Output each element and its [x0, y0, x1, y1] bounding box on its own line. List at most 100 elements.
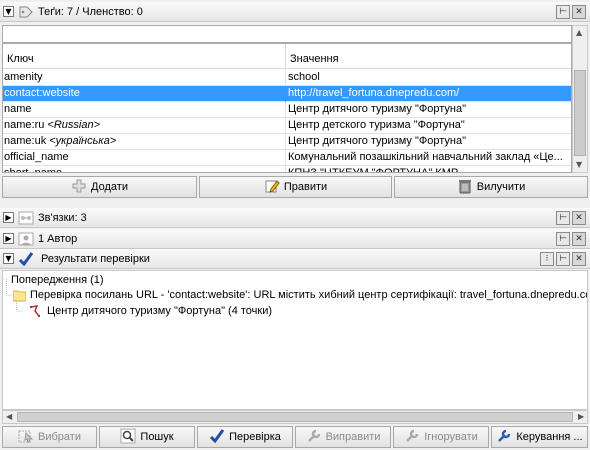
wrench-icon: [404, 428, 420, 444]
table-row[interactable]: contact:website http://travel_fortuna.dne…: [3, 86, 571, 102]
plus-icon: [71, 178, 87, 194]
close-icon[interactable]: ✕: [572, 252, 586, 266]
settings-icon[interactable]: ⁝: [540, 252, 554, 266]
manage-ignored-button[interactable]: Керування ...: [491, 426, 588, 448]
tag-key-cell[interactable]: amenity: [3, 70, 286, 86]
validate-button[interactable]: Перевірка: [197, 426, 293, 448]
key-column-header[interactable]: Ключ: [3, 44, 286, 69]
edit-tag-button[interactable]: Правити: [199, 176, 392, 198]
close-icon[interactable]: ✕: [572, 211, 586, 225]
tag-value-cell[interactable]: Центр дитячого туризму "Фортуна": [287, 134, 571, 150]
fix-button[interactable]: Виправити: [295, 426, 391, 448]
close-icon[interactable]: ✕: [572, 232, 586, 246]
relation-icon: [18, 210, 34, 226]
check-icon: [18, 251, 34, 267]
warning-text: Перевірка посилань URL - 'contact:websit…: [30, 288, 588, 301]
tag-key: amenity: [4, 71, 43, 83]
tag-key: short_name: [4, 167, 63, 173]
tag-key: name: [4, 103, 32, 115]
pin-icon[interactable]: ⊢: [556, 5, 570, 19]
value-column-header[interactable]: Значення: [287, 44, 571, 69]
tag-value-cell[interactable]: Комунальний позашкільний навчальний закл…: [287, 150, 571, 166]
tag-value-cell[interactable]: КПНЗ "ЦТКЕУМ "ФОРТУНА" КМР: [287, 166, 571, 172]
validation-panel-title: Результати перевірки: [41, 253, 150, 265]
check-icon: [209, 428, 225, 444]
select-label: Вибрати: [38, 431, 81, 443]
validation-panel-header[interactable]: ▼ Результати перевірки ⁝ ⊢ ✕: [0, 249, 590, 269]
tag-key: name:ru: [4, 119, 48, 131]
edit-tag-label: Правити: [283, 181, 328, 193]
add-tag-button[interactable]: Додати: [2, 176, 197, 198]
close-icon[interactable]: ✕: [572, 5, 586, 19]
tag-value-cell[interactable]: Центр детского туризма "Фортуна": [287, 118, 571, 134]
tag-key: contact:website: [4, 87, 80, 99]
tag-key-cell[interactable]: name:ru <Russian>: [3, 118, 286, 134]
expand-toggle[interactable]: ▶: [3, 212, 14, 223]
tag-key-cell[interactable]: name: [3, 102, 286, 118]
ignore-button[interactable]: Ігнорувати: [393, 426, 489, 448]
manage-label: Керування ...: [516, 431, 583, 443]
magnifier-icon: [120, 428, 136, 444]
tag-language: <українська>: [49, 135, 117, 147]
scroll-left-icon[interactable]: ◀: [6, 412, 12, 421]
table-row[interactable]: name:ru <Russian> Центр детского туризма …: [3, 118, 571, 134]
way-icon: [29, 304, 43, 318]
authors-panel-title: 1 Автор: [38, 233, 78, 245]
tag-key: name:uk: [4, 135, 50, 147]
select-icon: [18, 428, 34, 444]
tag-key: official_name: [4, 151, 69, 163]
wrench-icon: [496, 428, 512, 444]
ignore-label: Ігнорувати: [424, 431, 478, 443]
validation-horizontal-scrollbar[interactable]: ◀ ▶: [2, 410, 588, 424]
pin-icon[interactable]: ⊢: [556, 232, 570, 246]
table-row[interactable]: amenity school: [3, 70, 571, 86]
pencil-icon: [264, 178, 280, 194]
table-row[interactable]: short_name КПНЗ "ЦТКЕУМ "ФОРТУНА" КМР: [3, 166, 571, 173]
expand-toggle[interactable]: ▶: [3, 233, 14, 244]
scroll-thumb[interactable]: [17, 412, 573, 422]
tag-key-cell[interactable]: official_name: [3, 150, 286, 166]
primitive-node[interactable]: Центр дитячого туризму "Фортуна" (4 точк…: [29, 304, 272, 318]
scroll-thumb[interactable]: [574, 70, 586, 156]
zoom-to-problem-button[interactable]: Пошук: [99, 426, 195, 448]
relations-panel-title: Зв'язки: 3: [38, 212, 87, 224]
author-icon: [18, 231, 34, 247]
trash-icon: [457, 178, 473, 194]
tag-language: <Russian>: [47, 119, 101, 131]
table-row[interactable]: official_name Комунальний позашкільний на…: [3, 150, 571, 166]
tag-icon: [18, 4, 34, 20]
select-button[interactable]: Вибрати: [2, 426, 97, 448]
tags-panel-header[interactable]: ▼ Теґи: 7 / Членство: 0 ⊢ ✕: [0, 2, 590, 22]
table-row[interactable]: name Центр дитячого туризму "Фортуна": [3, 102, 571, 118]
table-row[interactable]: name:uk <українська> Центр дитячого туриз…: [3, 134, 571, 150]
fix-label: Виправити: [325, 431, 381, 443]
tag-value-cell[interactable]: http://travel_fortuna.dnepredu.com/: [287, 86, 571, 102]
primitive-text: Центр дитячого туризму "Фортуна" (4 точк…: [47, 304, 273, 317]
tags-panel-title: Теґи: 7 / Членство: 0: [38, 6, 143, 18]
scroll-up-icon[interactable]: ▲: [576, 28, 582, 37]
tags-table[interactable]: Ключ Значення amenity school contact:websi…: [2, 43, 572, 173]
tag-value-cell[interactable]: Центр дитячого туризму "Фортуна": [287, 102, 571, 118]
validation-tree[interactable]: Попередження (1) Перевірка посилань URL …: [2, 270, 588, 410]
collapse-toggle[interactable]: ▼: [3, 253, 14, 264]
folder-icon: [12, 288, 27, 302]
tag-value-cell[interactable]: school: [287, 70, 571, 86]
tag-key-cell[interactable]: contact:website: [3, 86, 286, 102]
scroll-right-icon[interactable]: ▶: [578, 412, 584, 421]
wrench-icon: [306, 428, 322, 444]
add-tag-label: Додати: [91, 181, 128, 193]
relations-panel-header[interactable]: ▶ Зв'язки: 3 ⊢ ✕: [0, 208, 590, 228]
tag-key-cell[interactable]: short_name: [3, 166, 286, 173]
pin-icon[interactable]: ⊢: [556, 252, 570, 266]
tag-key-cell[interactable]: name:uk <українська>: [3, 134, 286, 150]
pin-icon[interactable]: ⊢: [556, 211, 570, 225]
zoom-label: Пошук: [140, 431, 174, 443]
collapse-toggle[interactable]: ▼: [3, 6, 14, 17]
table-header: Ключ Значення: [3, 44, 571, 69]
scroll-down-icon[interactable]: ▼: [576, 160, 582, 169]
authors-panel-header[interactable]: ▶ 1 Автор ⊢ ✕: [0, 229, 590, 249]
warning-node[interactable]: Перевірка посилань URL - 'contact:websit…: [12, 288, 588, 302]
delete-tag-button[interactable]: Вилучити: [394, 176, 588, 198]
tag-filter-input[interactable]: [2, 25, 572, 43]
tags-vertical-scrollbar[interactable]: ▲ ▼: [572, 25, 588, 173]
